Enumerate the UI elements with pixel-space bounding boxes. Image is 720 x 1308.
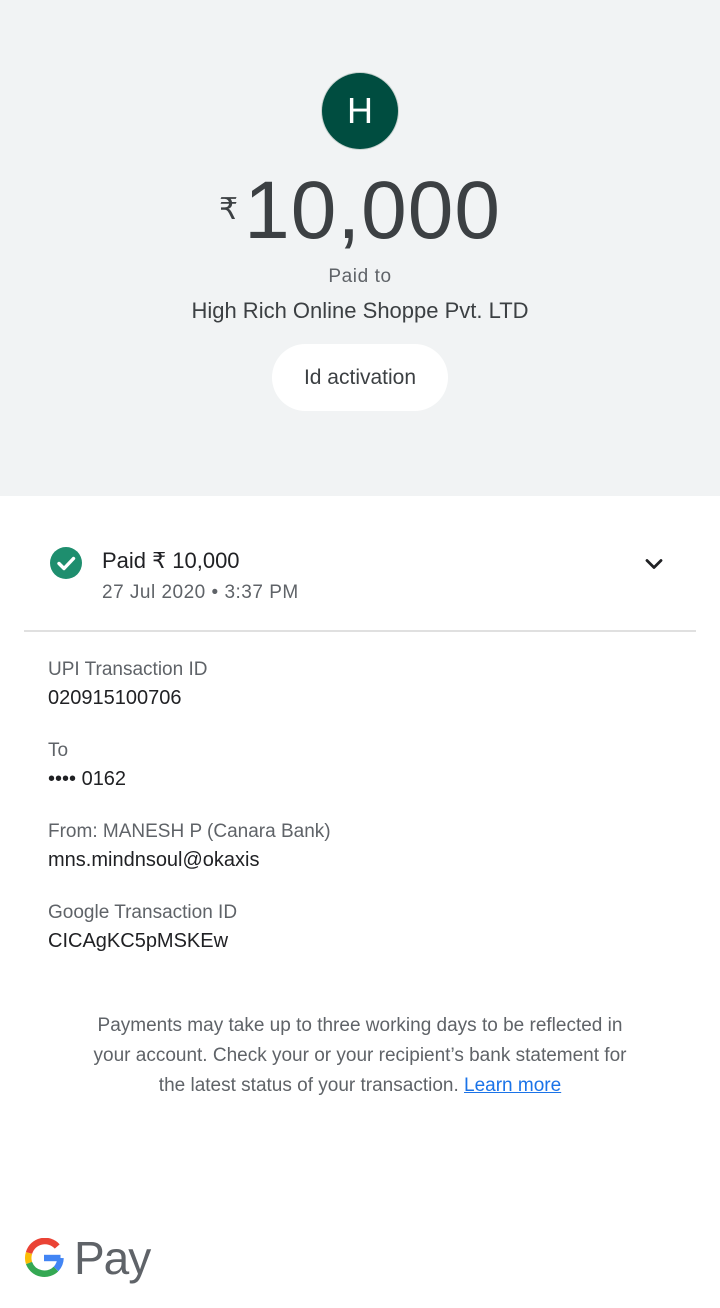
detail-value: mns.mindnsoul@okaxis bbox=[48, 849, 260, 871]
status-datetime: 27 Jul 2020 • 3:37 PM bbox=[102, 582, 299, 603]
detail-value: •••• 0162 bbox=[48, 768, 127, 790]
learn-more-link[interactable]: Learn more bbox=[464, 1075, 561, 1096]
payee-name: High Rich Online Shoppe Pvt. LTD bbox=[191, 298, 529, 323]
amount-display: ₹ 10,000 bbox=[0, 166, 720, 256]
payee-avatar: H bbox=[322, 73, 398, 149]
paid-to-label: Paid to bbox=[328, 266, 392, 287]
detail-upi-transaction-id: UPI Transaction ID 020915100706 bbox=[48, 659, 207, 710]
detail-value: 020915100706 bbox=[48, 687, 182, 709]
pay-wordmark: Pay bbox=[74, 1232, 151, 1284]
detail-label: Google Transaction ID bbox=[48, 902, 238, 923]
check-circle-icon bbox=[50, 547, 82, 579]
detail-to: To •••• 0162 bbox=[48, 740, 126, 791]
detail-label: From: MANESH P (Canara Bank) bbox=[48, 821, 331, 842]
google-g-icon bbox=[24, 1238, 64, 1277]
gpay-logo: Pay bbox=[24, 1230, 151, 1286]
detail-value: CICAgKC5pMSKEw bbox=[48, 930, 229, 952]
payment-disclaimer: Payments may take up to three working da… bbox=[88, 1011, 632, 1101]
detail-label: To bbox=[48, 740, 69, 761]
detail-from: From: MANESH P (Canara Bank) mns.mindnso… bbox=[48, 821, 331, 872]
detail-label: UPI Transaction ID bbox=[48, 659, 208, 680]
status-title: Paid ₹ 10,000 bbox=[102, 548, 240, 573]
currency-symbol: ₹ bbox=[219, 193, 239, 226]
chevron-down-icon[interactable] bbox=[640, 550, 668, 578]
payment-header: H ₹ 10,000 Paid to High Rich Online Shop… bbox=[0, 0, 720, 496]
payment-note-chip: Id activation bbox=[272, 344, 448, 411]
divider bbox=[24, 630, 696, 632]
detail-google-transaction-id: Google Transaction ID CICAgKC5pMSKEw bbox=[48, 902, 237, 953]
transaction-status-row[interactable]: Paid ₹ 10,000 27 Jul 2020 • 3:37 PM bbox=[0, 540, 720, 610]
amount-value: 10,000 bbox=[244, 165, 501, 256]
